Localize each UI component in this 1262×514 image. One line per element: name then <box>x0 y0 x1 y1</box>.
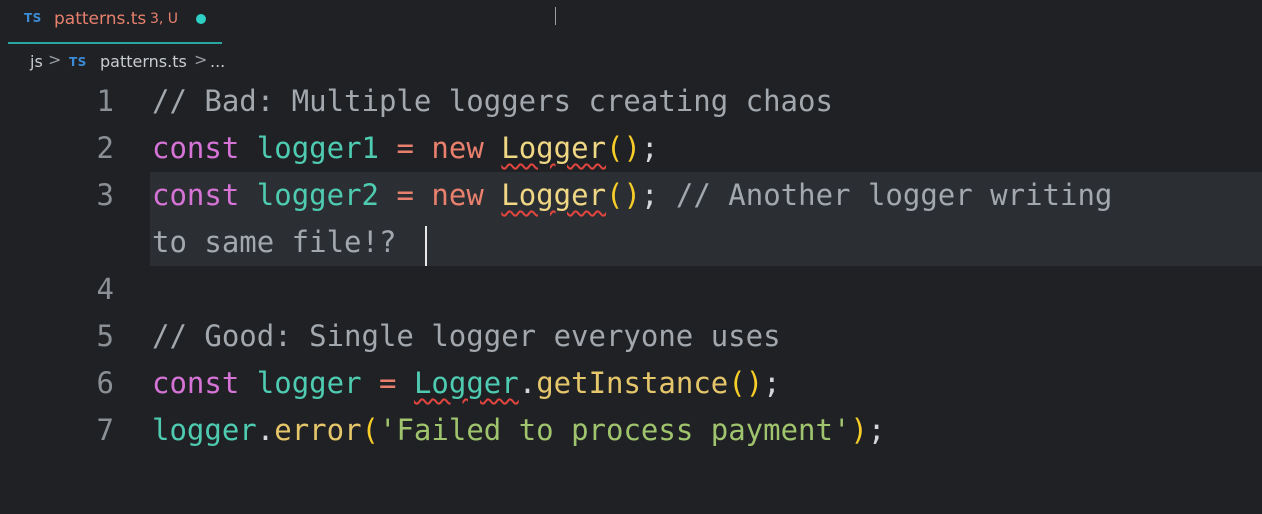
line-number: 1 <box>96 84 114 118</box>
line-number: 2 <box>96 131 114 165</box>
tab-bar: TS patterns.ts 3, U <box>0 0 1262 44</box>
keyword-token: new <box>431 178 484 212</box>
code-line-3-wrap[interactable]: to same file!? <box>152 219 396 266</box>
paren-token: () <box>606 178 641 212</box>
semicolon-token: ; <box>640 131 659 165</box>
code-line-5[interactable]: // Good: Single logger everyone uses <box>152 313 781 360</box>
dot-token: . <box>256 413 275 447</box>
paren-token: () <box>728 366 764 400</box>
code-line-1[interactable]: // Bad: Multiple loggers creating chaos <box>152 78 833 125</box>
breadcrumb-file[interactable]: patterns.ts <box>100 52 187 71</box>
mouse-ibeam-cursor <box>555 7 556 25</box>
method-token: error <box>274 413 362 447</box>
keyword-token: const <box>152 131 240 165</box>
typescript-icon: TS <box>24 11 42 25</box>
class-token-error[interactable]: Logger <box>501 131 606 165</box>
line-number: 4 <box>96 272 114 306</box>
paren-token: ) <box>850 413 868 447</box>
class-token-error[interactable]: Logger <box>501 178 606 212</box>
operator-token: = <box>396 178 414 212</box>
class-token-error[interactable]: Logger <box>414 366 519 400</box>
line-number: 6 <box>96 366 114 400</box>
code-editor[interactable]: 1 2 3 4 5 6 7 // Bad: Multiple loggers c… <box>0 78 1262 514</box>
semicolon-token: ; <box>763 366 781 400</box>
tab-file-name: patterns.ts <box>54 9 147 29</box>
tab-patterns-ts[interactable]: TS patterns.ts 3, U <box>8 0 222 44</box>
semicolon-token: ; <box>640 178 659 212</box>
line-number: 3 <box>96 178 114 212</box>
variable-token: logger1 <box>256 131 379 165</box>
keyword-token: const <box>152 366 240 400</box>
chevron-right-icon: > <box>48 50 62 69</box>
typescript-icon: TS <box>69 55 87 69</box>
comment-token: to same file!? <box>152 225 397 259</box>
code-line-3[interactable]: const logger2 = new Logger(); // Another… <box>152 172 1112 219</box>
breadcrumb: js > TS patterns.ts > ... <box>0 46 1262 78</box>
keyword-token: new <box>431 131 484 165</box>
method-token: getInstance <box>536 366 729 400</box>
variable-token: logger <box>152 413 257 447</box>
variable-token: logger <box>256 366 362 400</box>
code-line-7[interactable]: logger.error('Failed to process payment'… <box>152 407 885 454</box>
variable-token: logger2 <box>256 178 379 212</box>
breadcrumb-symbols[interactable]: ... <box>210 52 225 71</box>
breadcrumb-folder-js[interactable]: js <box>30 52 43 71</box>
semicolon-token: ; <box>867 413 886 447</box>
text-cursor <box>425 226 427 266</box>
comment-token: // Another logger writing <box>675 178 1113 212</box>
unsaved-dot-icon[interactable] <box>196 14 206 24</box>
line-number: 7 <box>96 413 114 447</box>
tab-problem-status: 3, U <box>150 11 179 27</box>
paren-token: () <box>606 131 641 165</box>
operator-token: = <box>396 131 414 165</box>
string-token: 'Failed to process payment' <box>379 413 851 447</box>
comment-token: // Good: Single logger everyone uses <box>152 319 781 353</box>
code-line-2[interactable]: const logger1 = new Logger(); <box>152 125 658 172</box>
paren-token: ( <box>361 413 380 447</box>
operator-token: = <box>379 366 397 400</box>
code-line-6[interactable]: const logger = Logger.getInstance(); <box>152 360 781 407</box>
keyword-token: const <box>152 178 240 212</box>
line-number: 5 <box>96 319 114 353</box>
comment-token: // Bad: Multiple loggers creating chaos <box>152 84 833 118</box>
dot-token: . <box>518 366 537 400</box>
chevron-right-icon: > <box>194 50 208 69</box>
